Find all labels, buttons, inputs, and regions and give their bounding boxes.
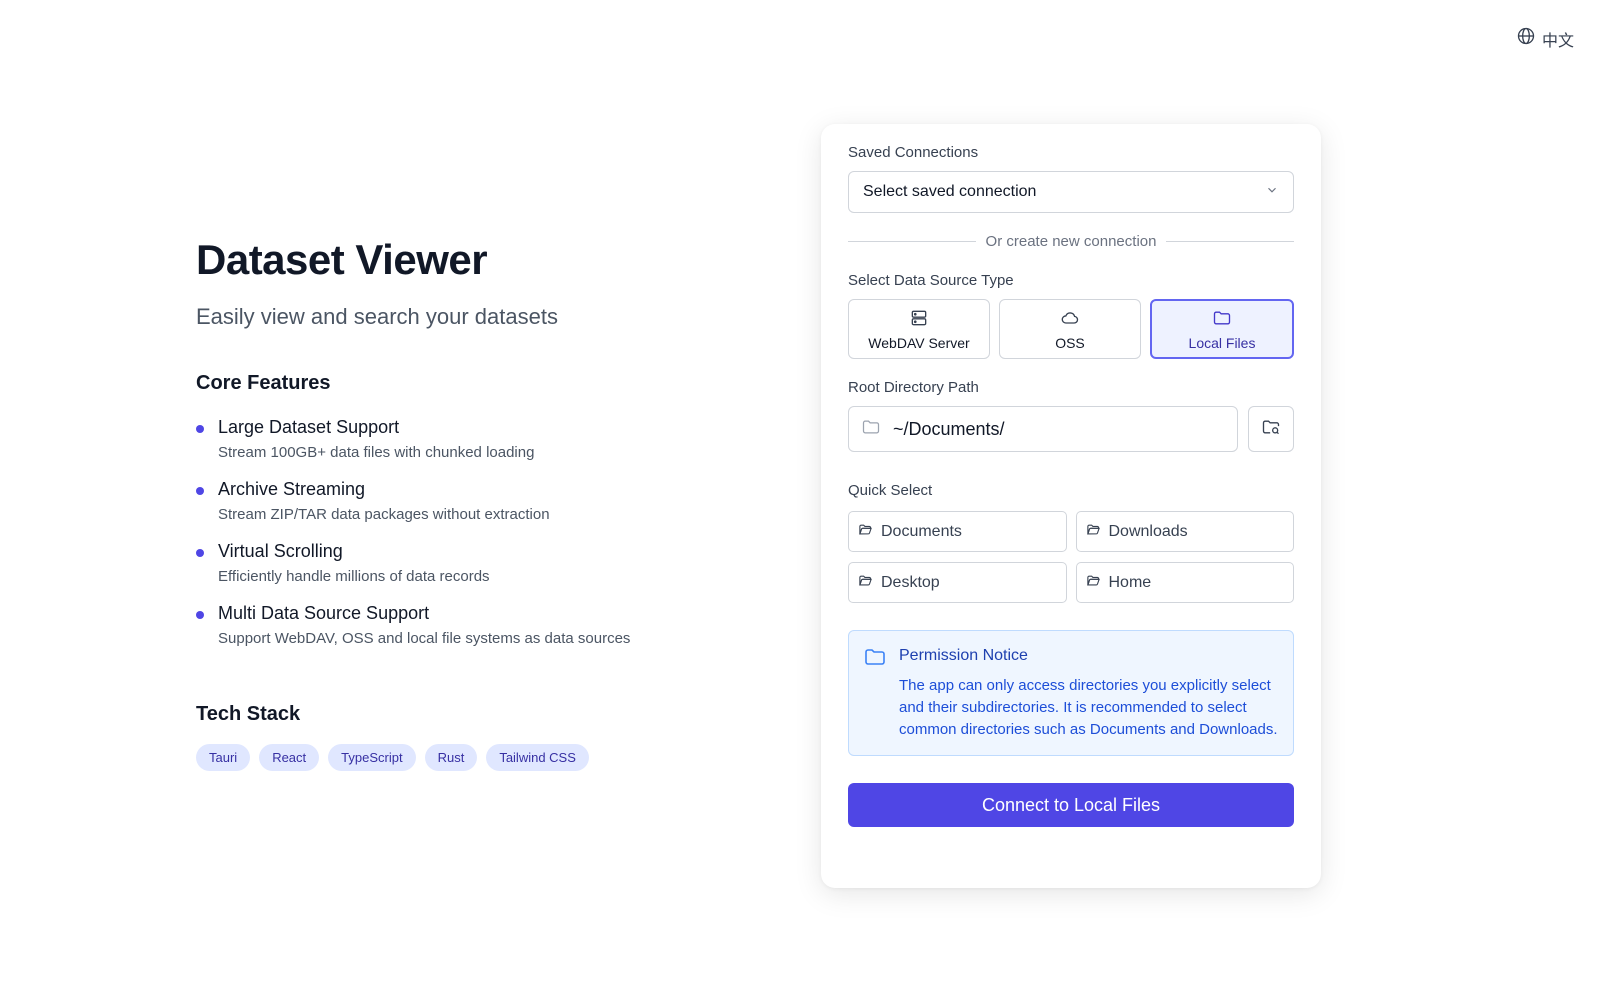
local-files-type-button[interactable]: Local Files [1150, 299, 1294, 359]
chevron-down-icon [1265, 183, 1279, 202]
language-switch[interactable]: 中文 [1516, 26, 1574, 51]
folder-icon [861, 417, 881, 442]
feature-item: Archive Streaming Stream ZIP/TAR data pa… [196, 479, 716, 541]
divider-text: Or create new connection [985, 233, 1157, 250]
quick-documents-label: Documents [881, 522, 962, 540]
tech-tag: React [259, 744, 320, 771]
folder-open-icon [858, 522, 873, 542]
quick-home-button[interactable]: Home [1075, 562, 1294, 603]
root-path-value: ~/Documents/ [893, 418, 1005, 439]
hero-section: Dataset Viewer Easily view and search yo… [196, 236, 716, 771]
connection-card: Saved Connections Select saved connectio… [821, 124, 1321, 888]
feature-item: Large Dataset Support Stream 100GB+ data… [196, 417, 716, 479]
bullet-dot-icon [196, 611, 204, 619]
root-path-label: Root Directory Path [848, 379, 979, 396]
bullet-dot-icon [196, 549, 204, 557]
folder-icon [1212, 308, 1232, 331]
feature-name: Virtual Scrolling [218, 541, 343, 561]
saved-connection-value: Select saved connection [863, 183, 1037, 200]
local-files-type-label: Local Files [1188, 334, 1256, 351]
tech-tag: Tauri [196, 744, 251, 771]
saved-connections-label: Saved Connections [848, 144, 979, 161]
notice-title: Permission Notice [899, 647, 1028, 664]
features-title: Core Features [196, 372, 331, 394]
feature-name: Multi Data Source Support [218, 603, 430, 623]
quick-select-label: Quick Select [848, 482, 933, 499]
tech-tag: TypeScript [328, 744, 416, 771]
quick-desktop-label: Desktop [881, 573, 940, 591]
feature-desc: Stream 100GB+ data files with chunked lo… [218, 444, 535, 461]
saved-connection-select[interactable]: Select saved connection [848, 171, 1294, 213]
quick-documents-button[interactable]: Documents [848, 511, 1067, 552]
data-source-type-label: Select Data Source Type [848, 272, 1014, 289]
quick-downloads-label: Downloads [1108, 522, 1188, 540]
folder-icon [863, 645, 887, 741]
root-path-input[interactable]: ~/Documents/ [848, 406, 1238, 452]
bullet-dot-icon [196, 425, 204, 433]
folder-open-icon [858, 573, 873, 593]
permission-notice: Permission Notice The app can only acces… [848, 630, 1294, 756]
folder-open-icon [1086, 573, 1101, 593]
feature-list: Large Dataset Support Stream 100GB+ data… [196, 417, 716, 665]
folder-open-icon [1086, 522, 1101, 542]
app-title: Dataset Viewer [196, 236, 488, 283]
feature-desc: Efficiently handle millions of data reco… [218, 568, 490, 585]
quick-downloads-button[interactable]: Downloads [1075, 511, 1294, 552]
tech-tags: Tauri React TypeScript Rust Tailwind CSS [196, 744, 716, 771]
tech-tag: Rust [424, 744, 478, 771]
feature-item: Multi Data Source Support Support WebDAV… [196, 603, 716, 665]
tech-stack-title: Tech Stack [196, 703, 301, 725]
divider-line [848, 241, 976, 242]
oss-type-button[interactable]: OSS [999, 299, 1141, 359]
connect-button[interactable]: Connect to Local Files [848, 783, 1294, 827]
globe-icon [1516, 26, 1536, 51]
quick-desktop-button[interactable]: Desktop [848, 562, 1067, 603]
oss-type-label: OSS [1055, 334, 1085, 351]
data-source-types: WebDAV Server OSS Local Files [848, 299, 1294, 359]
feature-name: Large Dataset Support [218, 417, 400, 437]
feature-name: Archive Streaming [218, 479, 366, 499]
server-icon [909, 308, 929, 331]
feature-item: Virtual Scrolling Efficiently handle mil… [196, 541, 716, 603]
tech-tag: Tailwind CSS [486, 744, 589, 771]
divider-line [1166, 241, 1294, 242]
notice-body: Permission Notice The app can only acces… [899, 645, 1279, 741]
folder-search-icon [1261, 417, 1281, 442]
feature-desc: Support WebDAV, OSS and local file syste… [218, 630, 631, 647]
notice-text: The app can only access directories you … [899, 677, 1278, 738]
webdav-type-button[interactable]: WebDAV Server [848, 299, 990, 359]
language-label: 中文 [1541, 32, 1574, 50]
or-divider: Or create new connection [848, 233, 1294, 250]
bullet-dot-icon [196, 487, 204, 495]
webdav-type-label: WebDAV Server [868, 334, 970, 351]
browse-folder-button[interactable] [1248, 406, 1294, 452]
feature-desc: Stream ZIP/TAR data packages without ext… [218, 506, 550, 523]
quick-select-grid: Documents Downloads Desktop Home [848, 511, 1294, 603]
cloud-icon [1060, 308, 1080, 331]
app-subtitle: Easily view and search your datasets [196, 304, 558, 329]
quick-home-label: Home [1108, 573, 1152, 591]
root-path-row: ~/Documents/ [848, 406, 1294, 452]
